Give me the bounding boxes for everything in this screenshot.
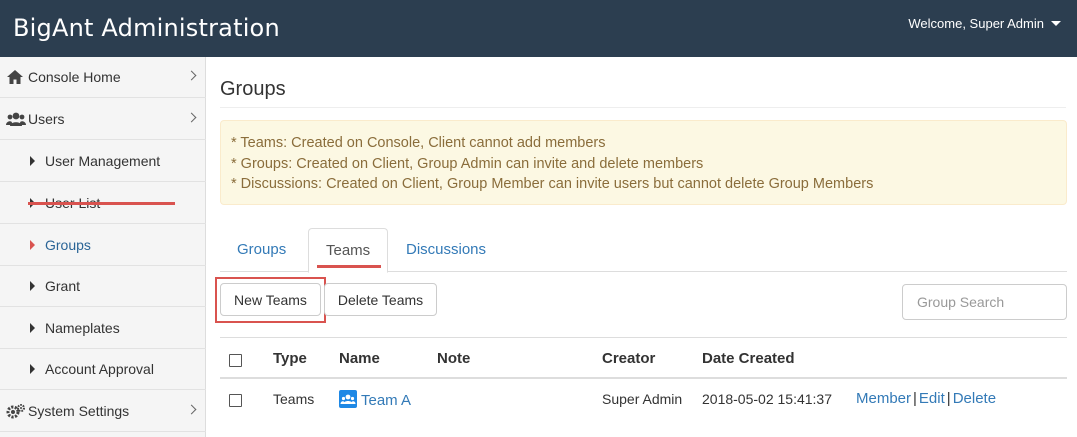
active-tab-indicator [317,265,381,268]
separator: | [913,390,917,407]
delete-link[interactable]: Delete [953,390,996,407]
sidebar: Console Home Users User Management User … [0,57,206,437]
chevron-right-icon [186,112,197,123]
sidebar-item-label: Account Approval [45,361,154,377]
sidebar-item-label: Users [28,111,65,127]
sidebar-item-groups[interactable]: Groups [0,225,206,266]
sidebar-item-nameplates[interactable]: Nameplates [0,308,206,349]
triangle-right-icon [30,156,35,166]
alert-line: * Teams: Created on Console, Client cann… [231,135,606,151]
tab-groups[interactable]: Groups [220,228,303,272]
triangle-right-icon [30,364,35,374]
separator: | [946,390,951,407]
home-icon [6,69,24,85]
sidebar-item-system-settings[interactable]: System Settings [0,391,206,432]
sidebar-item-users[interactable]: Users [0,99,206,140]
team-name: Team A [361,392,412,409]
chevron-right-icon [186,404,197,415]
column-header-type: Type [273,350,307,367]
column-header-name: Name [339,350,380,367]
member-link[interactable]: Member [856,390,911,407]
welcome-text: Welcome, Super Admin [908,16,1044,31]
edit-link[interactable]: Edit [919,390,945,407]
group-search-input[interactable] [902,284,1067,320]
sidebar-item-label: System Settings [28,403,130,419]
sidebar-item-label: Grant [45,278,81,294]
table-header: Type Name Note Creator Date Created [220,337,1067,379]
team-name-link[interactable]: Team A [339,390,411,409]
chevron-right-icon [186,70,197,81]
brand-title: BigAnt Administration [13,14,280,42]
alert-line: * Discussions: Created on Client, Group … [231,176,874,192]
row-checkbox[interactable] [229,394,242,407]
divider [220,107,1066,108]
sidebar-item-user-management[interactable]: User Management [0,141,206,182]
delete-teams-button[interactable]: Delete Teams [324,283,437,316]
team-icon [339,390,357,408]
select-all-checkbox[interactable] [229,354,242,367]
caret-down-icon [1051,21,1061,26]
sidebar-item-label: Groups [45,237,91,253]
cell-type: Teams [273,391,315,407]
alert-line: * Groups: Created on Client, Group Admin… [231,155,704,172]
active-indicator [28,202,175,205]
column-header-date-created: Date Created [702,350,795,367]
tab-discussions[interactable]: Discussions [389,228,503,272]
info-alert: * Teams: Created on Console, Client cann… [220,120,1067,205]
sidebar-item-console-home[interactable]: Console Home [0,57,206,98]
sidebar-item-grant[interactable]: Grant [0,266,206,307]
user-menu[interactable]: Welcome, Super Admin [908,16,1061,31]
sidebar-item-account-approval[interactable]: Account Approval [0,349,206,390]
sidebar-item-label: Console Home [28,69,121,85]
triangle-right-icon [30,323,35,333]
page-title: Groups [220,78,286,100]
users-icon [6,111,26,127]
sidebar-item-label: Nameplates [45,320,120,336]
gears-icon [6,403,25,419]
table-row: Teams Team A Super Admin 2018-05-02 15:4… [220,379,1067,419]
sidebar-item-label: User Management [45,153,161,169]
triangle-right-icon [30,240,35,250]
top-header: BigAnt Administration Welcome, Super Adm… [0,0,1077,57]
highlight-box [215,277,326,323]
column-header-note: Note [437,350,471,367]
row-actions: Member | Edit | Delete [856,390,996,407]
cell-date-created: 2018-05-02 15:41:37 [702,391,832,407]
column-header-creator: Creator [602,350,656,367]
triangle-right-icon [30,281,35,291]
cell-creator: Super Admin [602,391,683,407]
